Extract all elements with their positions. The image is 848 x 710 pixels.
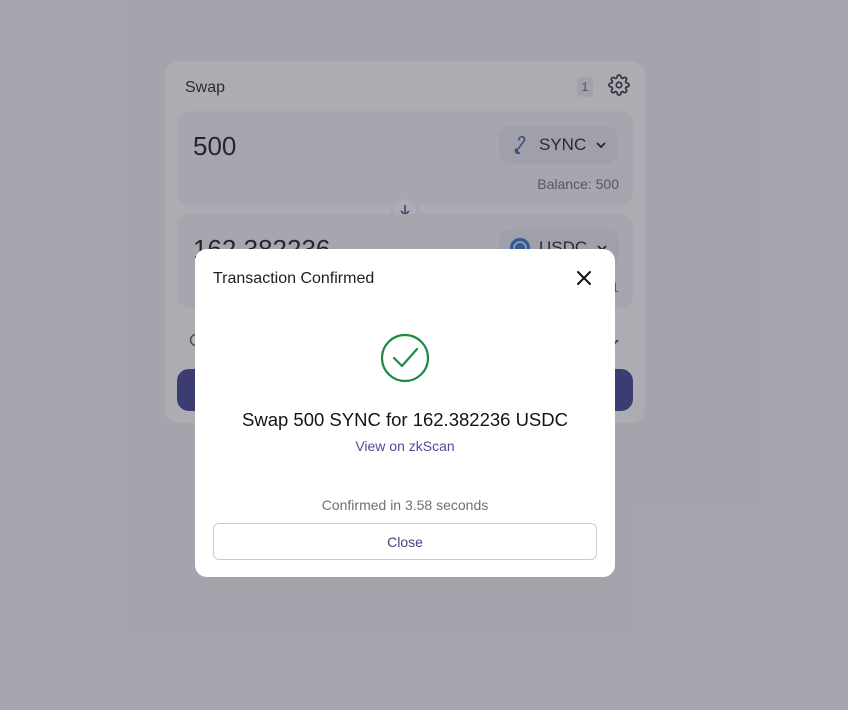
- view-on-zkscan-link[interactable]: View on zkScan: [195, 438, 615, 454]
- swap-summary: Swap 500 SYNC for 162.382236 USDC: [242, 409, 568, 430]
- check-circle-icon: [380, 333, 430, 383]
- confirmed-time: Confirmed in 3.58 seconds: [321, 497, 489, 513]
- transaction-confirmed-modal: Transaction Confirmed Swap 500 SYNC for …: [195, 249, 615, 577]
- close-icon[interactable]: [574, 268, 594, 288]
- close-button[interactable]: Close: [213, 523, 597, 560]
- modal-title: Transaction Confirmed: [213, 270, 375, 287]
